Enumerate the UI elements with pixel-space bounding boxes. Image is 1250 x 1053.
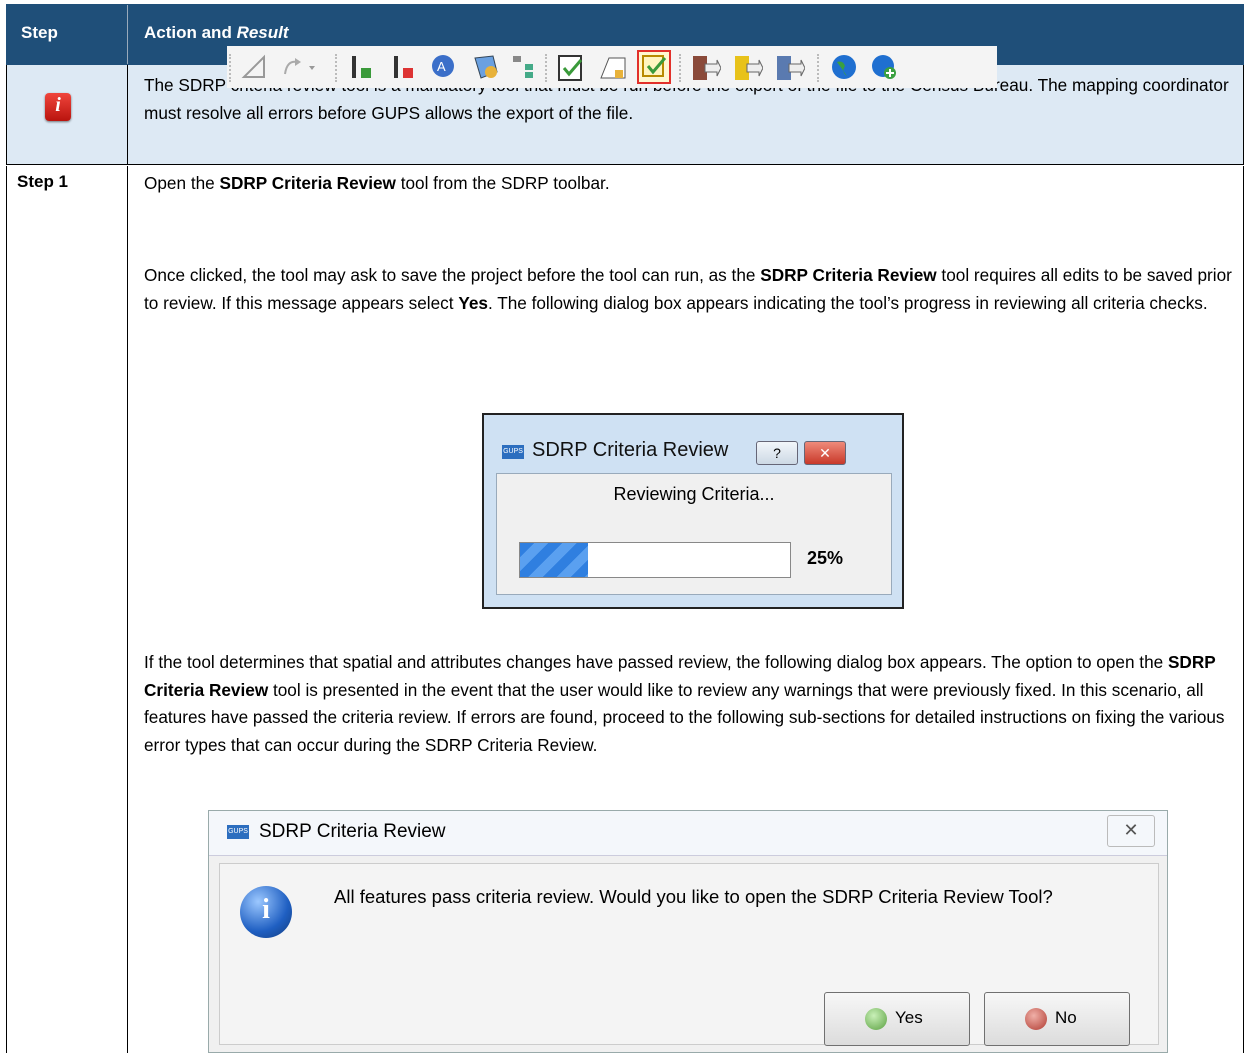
info-icon: i — [45, 93, 71, 121]
close-button[interactable]: ✕ — [804, 441, 846, 465]
export-arrow-icon[interactable] — [775, 54, 806, 80]
hierarchy-icon[interactable] — [511, 54, 537, 80]
green-dot-icon — [865, 1008, 887, 1030]
add-line-icon[interactable] — [349, 54, 375, 80]
attribute-icon[interactable]: A — [431, 54, 457, 80]
no-button[interactable]: No — [984, 992, 1130, 1046]
save-instruction: Once clicked, the tool may ask to save t… — [144, 265, 1232, 313]
result-message: All features pass criteria review. Would… — [334, 886, 1053, 907]
progress-bar — [519, 542, 791, 578]
help-button[interactable]: ? — [756, 441, 798, 465]
gups-logo-2: GUPS — [227, 825, 249, 839]
header-action: Action and Result — [144, 23, 289, 42]
edit-shape-icon[interactable] — [599, 54, 626, 80]
svg-text:A: A — [437, 59, 446, 74]
progress-dialog-title: SDRP Criteria Review — [532, 439, 729, 461]
procedure-table: Step Action and Result i The SDRP criter… — [6, 0, 1246, 1053]
result-dialog: GUPS SDRP Criteria Review ✕ i All featur… — [208, 810, 1168, 1053]
criteria-review-icon[interactable] — [637, 50, 671, 84]
close-button-2[interactable]: ✕ — [1107, 815, 1155, 847]
info-circle-icon: i — [240, 886, 292, 938]
result-instruction: If the tool determines that spatial and … — [144, 652, 1225, 755]
globe-icon[interactable] — [831, 54, 857, 80]
progress-dialog: GUPS SDRP Criteria Review ? ✕ Reviewing … — [482, 413, 904, 609]
polygon-icon[interactable] — [471, 54, 498, 80]
progress-percent: 25% — [807, 548, 844, 568]
progress-message: Reviewing Criteria... — [613, 484, 775, 504]
export-zip-icon[interactable] — [733, 54, 764, 80]
result-dialog-title: SDRP Criteria Review — [259, 821, 446, 842]
measure-icon[interactable] — [241, 54, 267, 80]
delete-line-icon[interactable] — [391, 54, 417, 80]
export-icon[interactable] — [691, 54, 722, 80]
step-instruction: Open the SDRP Criteria Review tool from … — [144, 173, 610, 193]
red-dot-icon — [1025, 1008, 1047, 1030]
sdrp-toolbar: A — [227, 46, 997, 88]
gups-logo: GUPS — [502, 445, 524, 459]
select-arrow-icon[interactable] — [281, 54, 315, 80]
review-check-icon[interactable] — [557, 54, 583, 81]
yes-button[interactable]: Yes — [824, 992, 970, 1046]
globe-add-icon[interactable] — [871, 54, 897, 80]
step-label: Step 1 — [17, 172, 69, 191]
header-step: Step — [21, 23, 58, 42]
